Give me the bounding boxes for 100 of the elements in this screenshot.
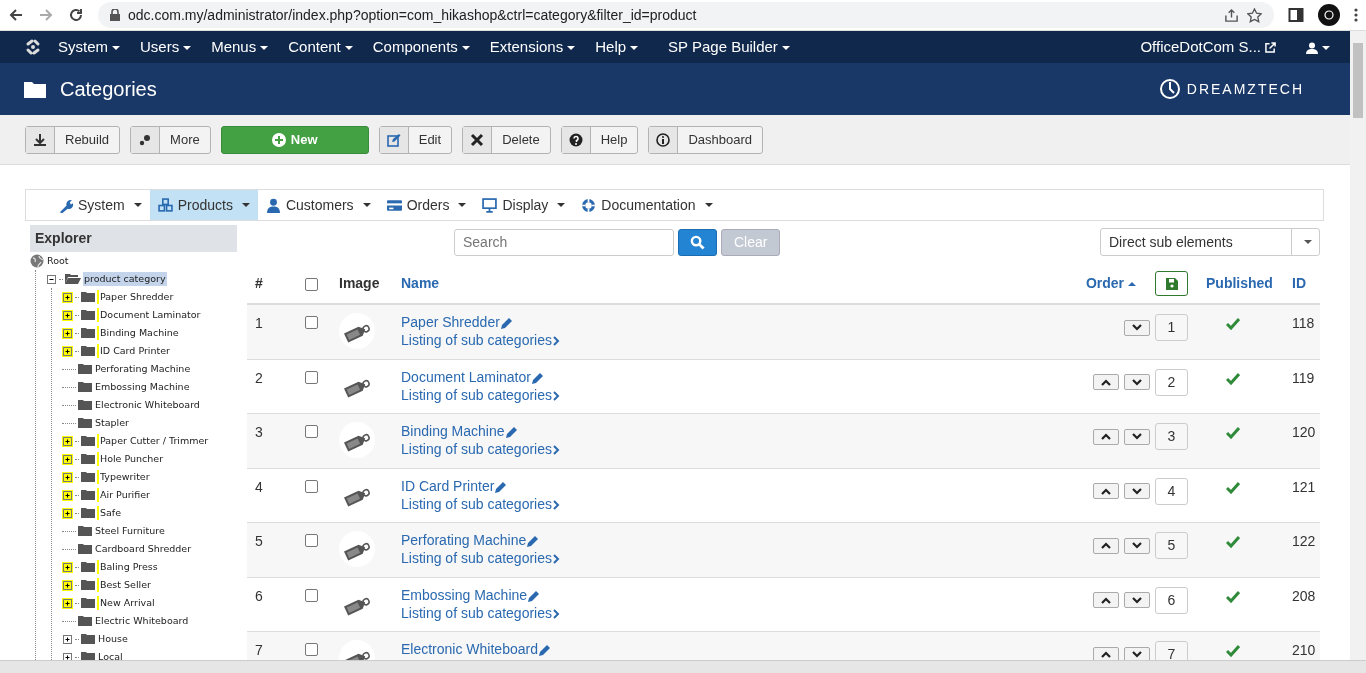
- search-button[interactable]: [678, 228, 717, 256]
- tree-item[interactable]: Paper Shredder: [97, 289, 175, 305]
- category-link[interactable]: Perforating Machine: [401, 532, 527, 548]
- expand-toggle[interactable]: [62, 579, 73, 591]
- expand-toggle[interactable]: [62, 453, 73, 465]
- tree-item[interactable]: Electronic Whiteboard: [94, 397, 201, 413]
- subcategory-link[interactable]: Listing of sub categories: [401, 386, 552, 403]
- chevron-right-icon[interactable]: [552, 498, 560, 511]
- joomla-logo-icon[interactable]: [24, 38, 42, 56]
- tree-item[interactable]: Hole Puncher: [97, 451, 165, 467]
- toolbar-button[interactable]: Delete: [462, 125, 551, 154]
- move-down-button[interactable]: [1124, 537, 1150, 554]
- sort-ascending-icon[interactable]: [1128, 282, 1136, 287]
- expand-toggle[interactable]: [62, 507, 73, 519]
- submenu-tab[interactable]: Documentation: [573, 190, 721, 220]
- order-field[interactable]: 3: [1155, 423, 1188, 450]
- column-header[interactable]: Name: [401, 274, 440, 291]
- pencil-icon[interactable]: [526, 534, 541, 549]
- expand-toggle[interactable]: [46, 273, 57, 285]
- tree-item[interactable]: Local: [97, 649, 124, 660]
- subcategory-link[interactable]: Listing of sub categories: [401, 550, 552, 566]
- tree-item[interactable]: Paper Cutter / Trimmer: [97, 433, 210, 449]
- tree-item[interactable]: ID Card Printer: [97, 343, 171, 359]
- submenu-tab[interactable]: System: [50, 190, 150, 220]
- check-icon[interactable]: [1226, 372, 1240, 385]
- toolbar-button[interactable]: Dashboard: [648, 125, 764, 154]
- menu-item[interactable]: Menus: [201, 35, 279, 59]
- chevron-right-icon[interactable]: [552, 389, 560, 402]
- scrollbar[interactable]: [1350, 31, 1366, 660]
- back-icon[interactable]: [8, 7, 24, 23]
- row-checkbox[interactable]: [305, 643, 318, 656]
- column-header[interactable]: Order: [1085, 275, 1124, 291]
- avatar-icon[interactable]: [1318, 4, 1340, 26]
- order-field[interactable]: 6: [1155, 586, 1188, 614]
- tree-item[interactable]: product category: [83, 271, 167, 287]
- check-icon[interactable]: [1226, 318, 1240, 331]
- category-link[interactable]: Paper Shredder: [401, 314, 500, 330]
- move-up-button[interactable]: [1093, 646, 1119, 660]
- check-icon[interactable]: [1226, 590, 1240, 603]
- tree-item[interactable]: Binding Machine: [97, 325, 180, 341]
- menu-item[interactable]: Users: [130, 35, 202, 59]
- tree-item[interactable]: Electric Whiteboard: [94, 613, 190, 629]
- select-all-checkbox[interactable]: [305, 278, 318, 291]
- address-bar[interactable]: odc.com.my/administrator/index.php?option=com_hikashop&ctrl=category&filter_id=product: [98, 2, 1274, 28]
- expand-toggle[interactable]: [62, 597, 73, 609]
- check-icon[interactable]: [1226, 481, 1240, 494]
- filter-dropdown[interactable]: Direct sub elements: [1100, 228, 1320, 256]
- order-field[interactable]: 5: [1155, 532, 1188, 559]
- pencil-icon[interactable]: [504, 425, 519, 440]
- category-link[interactable]: Electronic Whiteboard: [401, 641, 538, 657]
- tree-item[interactable]: Stapler: [94, 415, 130, 431]
- check-icon[interactable]: [1226, 427, 1240, 440]
- move-down-button[interactable]: [1124, 428, 1150, 445]
- tree-item[interactable]: Cardboard Shredder: [94, 541, 193, 557]
- move-down-button[interactable]: [1124, 483, 1150, 499]
- toolbar-button[interactable]: Rebuild: [25, 125, 121, 154]
- submenu-tab[interactable]: Products: [149, 190, 258, 220]
- move-up-button[interactable]: [1093, 483, 1119, 499]
- tree-item[interactable]: House: [97, 631, 129, 647]
- move-up-button[interactable]: [1093, 537, 1119, 554]
- chevron-right-icon[interactable]: [552, 444, 560, 457]
- save-order-button[interactable]: [1155, 271, 1188, 296]
- star-icon[interactable]: [1247, 7, 1262, 23]
- tree-item[interactable]: Document Laminator: [97, 307, 202, 323]
- expand-toggle[interactable]: [62, 561, 73, 573]
- expand-toggle[interactable]: [62, 309, 73, 321]
- toolbar-button[interactable]: More: [130, 125, 211, 154]
- subcategory-link[interactable]: Listing of sub categories: [401, 332, 552, 348]
- expand-toggle[interactable]: [62, 435, 73, 447]
- order-field[interactable]: 4: [1155, 477, 1188, 505]
- category-link[interactable]: ID Card Printer: [401, 477, 495, 494]
- pencil-icon[interactable]: [494, 479, 509, 494]
- row-checkbox[interactable]: [305, 425, 318, 438]
- order-field[interactable]: 2: [1155, 368, 1188, 396]
- submenu-tab[interactable]: Orders: [378, 190, 475, 220]
- expand-toggle[interactable]: [62, 471, 73, 483]
- category-link[interactable]: Document Laminator: [401, 368, 531, 385]
- submenu-tab[interactable]: Display: [474, 190, 574, 220]
- chevron-right-icon[interactable]: [552, 335, 560, 348]
- reload-icon[interactable]: [68, 7, 84, 23]
- move-up-button[interactable]: [1093, 592, 1119, 608]
- move-down-button[interactable]: [1124, 319, 1150, 336]
- more-options-icon[interactable]: [1354, 7, 1358, 23]
- menu-item[interactable]: System: [48, 35, 130, 59]
- row-checkbox[interactable]: [305, 588, 318, 602]
- check-icon[interactable]: [1226, 536, 1240, 549]
- row-checkbox[interactable]: [305, 479, 318, 493]
- menu-item[interactable]: Extensions: [479, 35, 586, 59]
- expand-toggle[interactable]: [62, 291, 73, 303]
- toolbar-button[interactable]: Edit: [378, 125, 453, 154]
- pencil-icon[interactable]: [527, 588, 542, 603]
- tree-item[interactable]: Air Purifier: [97, 487, 151, 503]
- pencil-icon[interactable]: [530, 370, 545, 385]
- move-down-button[interactable]: [1124, 592, 1150, 608]
- share-icon[interactable]: [1224, 7, 1239, 23]
- category-link[interactable]: Embossing Machine: [401, 586, 528, 603]
- menu-item[interactable]: Components: [362, 35, 480, 59]
- tree-item[interactable]: Embossing Machine: [94, 379, 191, 395]
- sidebar-icon[interactable]: [1288, 7, 1304, 23]
- move-up-button[interactable]: [1093, 428, 1119, 445]
